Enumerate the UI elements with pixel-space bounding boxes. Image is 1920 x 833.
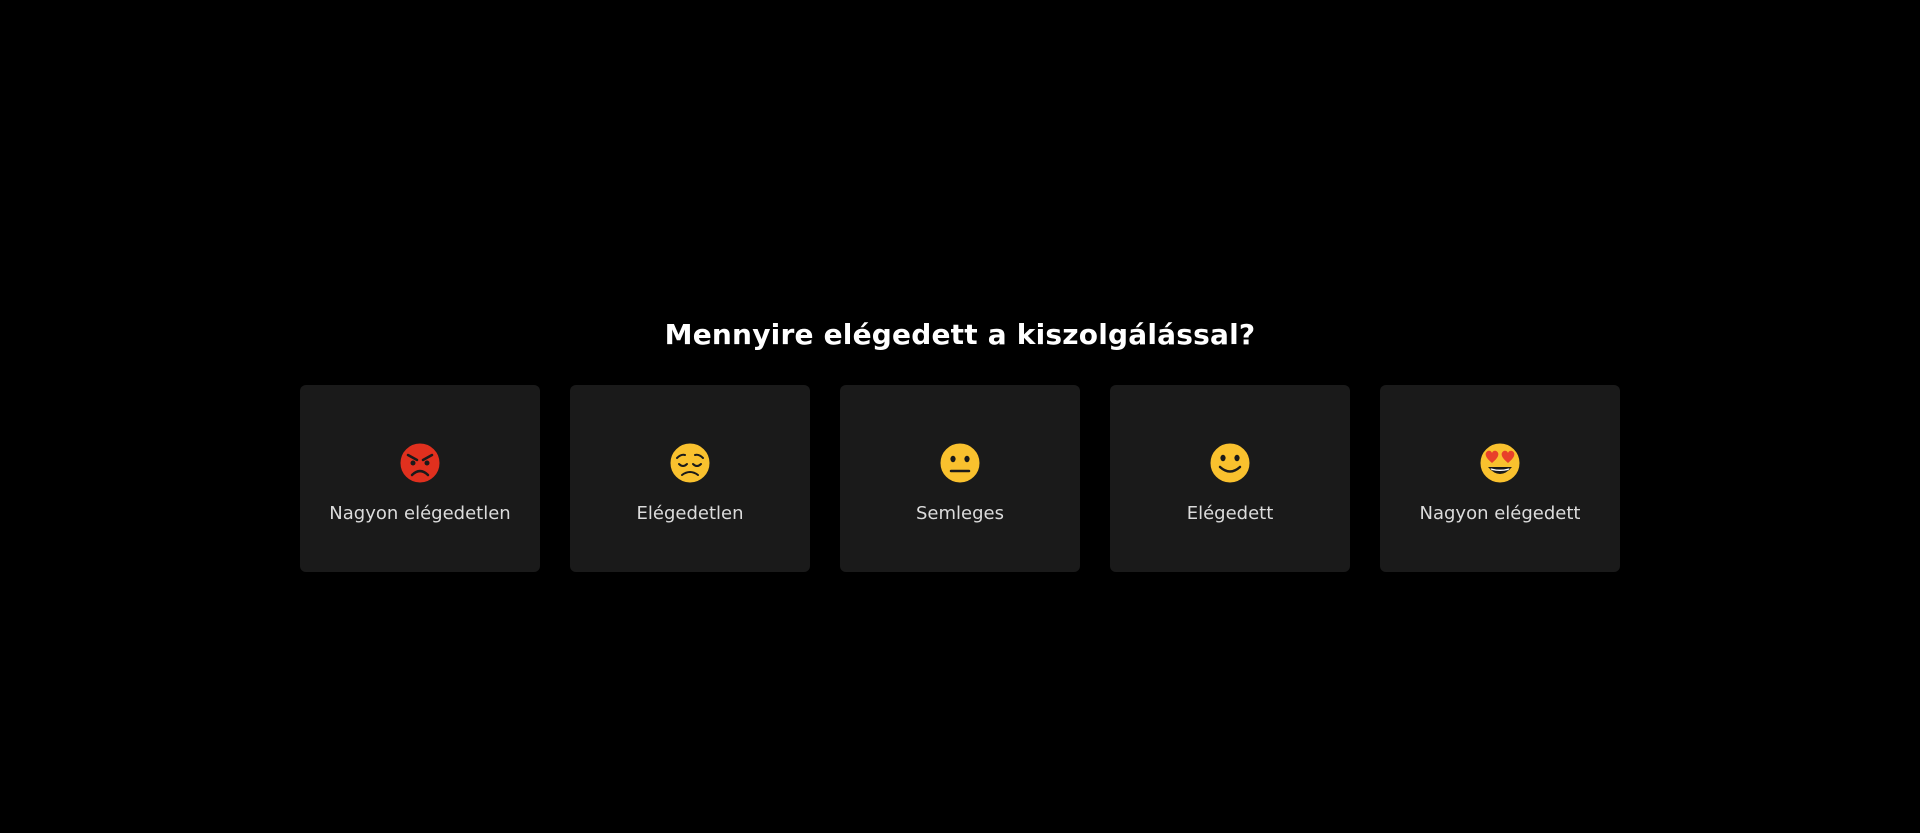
rating-option-very-dissatisfied[interactable]: Nagyon elégedetlen — [300, 385, 540, 572]
heart-eyes-face-icon — [1478, 441, 1522, 485]
rating-option-label: Nagyon elégedetlen — [329, 503, 511, 524]
slightly-smiling-face-icon — [1208, 441, 1252, 485]
neutral-face-icon — [938, 441, 982, 485]
rating-option-label: Elégedetlen — [636, 503, 744, 524]
angry-face-icon — [398, 441, 442, 485]
rating-options: Nagyon elégedetlen Elégedetlen Semleges — [300, 385, 1621, 572]
rating-option-neutral[interactable]: Semleges — [840, 385, 1080, 572]
rating-option-label: Semleges — [916, 503, 1004, 524]
rating-option-satisfied[interactable]: Elégedett — [1110, 385, 1350, 572]
rating-option-label: Elégedett — [1186, 503, 1274, 524]
pensive-face-icon — [668, 441, 712, 485]
satisfaction-survey: Mennyire elégedett a kiszolgálással? Nag… — [0, 0, 1920, 833]
rating-option-label: Nagyon elégedett — [1419, 503, 1581, 524]
survey-question: Mennyire elégedett a kiszolgálással? — [664, 318, 1256, 351]
rating-option-very-satisfied[interactable]: Nagyon elégedett — [1380, 385, 1620, 572]
rating-option-dissatisfied[interactable]: Elégedetlen — [570, 385, 810, 572]
